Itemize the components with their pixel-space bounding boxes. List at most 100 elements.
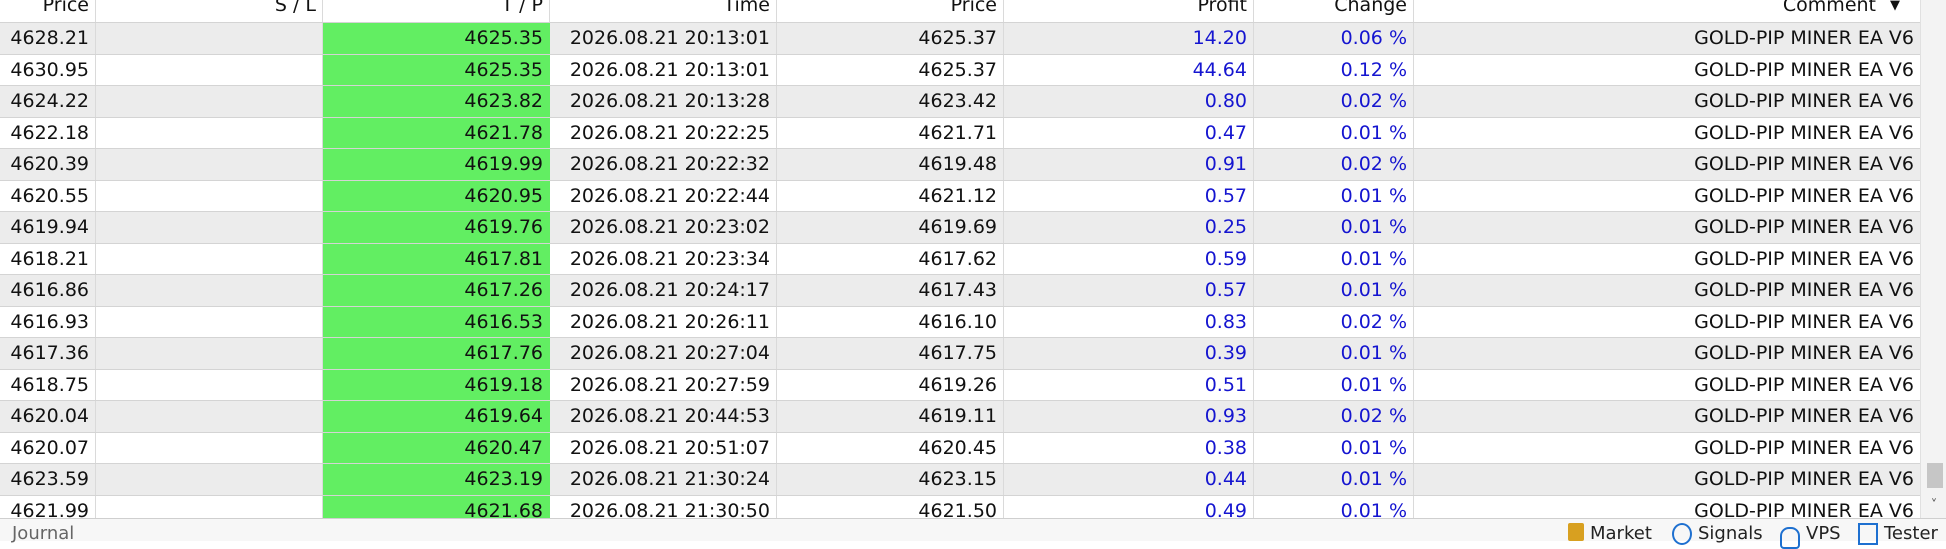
cell-tp: 4619.64 bbox=[323, 401, 550, 432]
table-row[interactable]: 4618.21 4617.81 2026.08.21 20:23:34 4617.62… bbox=[0, 243, 1920, 275]
cell-change: 0.02 % bbox=[1254, 86, 1414, 117]
cell-price: 4622.18 bbox=[0, 117, 96, 148]
market-label: Market bbox=[1590, 523, 1652, 544]
sort-arrow-icon[interactable]: ▼ bbox=[1890, 0, 1900, 15]
cell-comment: GOLD-PIP MINER EA V6 bbox=[1694, 436, 1914, 459]
cell-tp: 4619.76 bbox=[323, 212, 550, 243]
cell-sl bbox=[96, 23, 323, 54]
column-header-comment[interactable]: Comment ▼ bbox=[1414, 0, 1920, 22]
scroll-down-arrow-icon[interactable]: ˅ bbox=[1921, 494, 1946, 518]
vps-cloud-icon bbox=[1780, 527, 1800, 549]
cell-profit: 44.64 bbox=[1004, 54, 1254, 85]
cell-change: 0.01 % bbox=[1254, 275, 1414, 306]
cell-tp: 4621.68 bbox=[323, 495, 550, 518]
cell-comment: GOLD-PIP MINER EA V6 bbox=[1694, 342, 1914, 364]
tester-label: Tester bbox=[1884, 523, 1938, 544]
market-button[interactable]: Market bbox=[1568, 523, 1652, 544]
column-header-close-price[interactable]: Price bbox=[777, 0, 1004, 22]
cell-change: 0.01 % bbox=[1254, 243, 1414, 274]
cell-time: 2026.08.21 20:13:01 bbox=[550, 23, 777, 54]
table-row[interactable]: 4620.07 4620.47 2026.08.21 20:51:07 4620.45… bbox=[0, 432, 1920, 464]
vertical-scrollbar[interactable]: ˅ bbox=[1920, 0, 1946, 518]
signals-label: Signals bbox=[1698, 523, 1763, 544]
table-row[interactable]: 4616.93 4616.53 2026.08.21 20:26:11 4616.10… bbox=[0, 306, 1920, 338]
column-header-change[interactable]: Change bbox=[1254, 0, 1414, 22]
cell-comment: GOLD-PIP MINER EA V6 bbox=[1694, 279, 1914, 301]
cell-close-price: 4621.50 bbox=[777, 495, 1004, 518]
cell-tp: 4621.78 bbox=[323, 117, 550, 148]
cell-profit: 0.93 bbox=[1004, 401, 1254, 432]
scrollbar-thumb[interactable] bbox=[1927, 463, 1943, 488]
cell-sl bbox=[96, 306, 323, 337]
cell-price: 4621.99 bbox=[0, 495, 96, 518]
cell-sl bbox=[96, 464, 323, 495]
cell-change: 0.01 % bbox=[1254, 495, 1414, 518]
cell-close-price: 4623.15 bbox=[777, 464, 1004, 495]
cell-profit: 0.51 bbox=[1004, 369, 1254, 400]
trade-history-table: 4628.21 4625.35 2026.08.21 20:13:01 4625.37… bbox=[0, 23, 1920, 518]
cell-profit: 0.44 bbox=[1004, 464, 1254, 495]
table-row[interactable]: 4620.39 4619.99 2026.08.21 20:22:32 4619.48… bbox=[0, 149, 1920, 181]
table-row[interactable]: 4618.75 4619.18 2026.08.21 20:27:59 4619.26… bbox=[0, 369, 1920, 401]
cell-profit: 0.83 bbox=[1004, 306, 1254, 337]
cell-price: 4624.22 bbox=[0, 86, 96, 117]
cell-time: 2026.08.21 20:23:02 bbox=[550, 212, 777, 243]
column-header-profit[interactable]: Profit bbox=[1004, 0, 1254, 22]
column-header-sl[interactable]: S / L bbox=[96, 0, 323, 22]
cell-sl bbox=[96, 180, 323, 211]
cell-sl bbox=[96, 275, 323, 306]
table-row[interactable]: 4620.55 4620.95 2026.08.21 20:22:44 4621.12… bbox=[0, 180, 1920, 212]
cell-price: 4620.55 bbox=[0, 180, 96, 211]
table-row[interactable]: 4630.95 4625.35 2026.08.21 20:13:01 4625.37… bbox=[0, 54, 1920, 86]
cell-comment: GOLD-PIP MINER EA V6 bbox=[1694, 184, 1914, 207]
cell-time: 2026.08.21 20:13:28 bbox=[550, 86, 777, 117]
tab-journal[interactable]: Journal bbox=[12, 523, 74, 544]
table-row[interactable]: 4620.04 4619.64 2026.08.21 20:44:53 4619.11… bbox=[0, 401, 1920, 433]
cell-close-price: 4620.45 bbox=[777, 432, 1004, 463]
cell-comment: GOLD-PIP MINER EA V6 bbox=[1694, 468, 1914, 490]
cell-change: 0.01 % bbox=[1254, 117, 1414, 148]
table-row[interactable]: 4616.86 4617.26 2026.08.21 20:24:17 4617.43… bbox=[0, 275, 1920, 307]
table-header: Price S / L T / P Time Price Profit Chan… bbox=[0, 0, 1920, 23]
cell-sl bbox=[96, 54, 323, 85]
table-row[interactable]: 4621.99 4621.68 2026.08.21 21:30:50 4621.50… bbox=[0, 495, 1920, 519]
cell-sl bbox=[96, 338, 323, 369]
table-row[interactable]: 4628.21 4625.35 2026.08.21 20:13:01 4625.37… bbox=[0, 23, 1920, 55]
table-row[interactable]: 4617.36 4617.76 2026.08.21 20:27:04 4617.75… bbox=[0, 338, 1920, 370]
cell-change: 0.01 % bbox=[1254, 180, 1414, 211]
cell-price: 4628.21 bbox=[0, 23, 96, 54]
vps-button[interactable]: VPS bbox=[1780, 523, 1841, 549]
cell-close-price: 4619.48 bbox=[777, 149, 1004, 180]
signals-button[interactable]: Signals bbox=[1672, 523, 1763, 545]
cell-time: 2026.08.21 20:23:34 bbox=[550, 243, 777, 274]
bottom-toolbar: Journal Market Signals VPS Tester bbox=[0, 518, 1946, 549]
tester-button[interactable]: Tester bbox=[1858, 523, 1938, 545]
cell-sl bbox=[96, 432, 323, 463]
cell-sl bbox=[96, 86, 323, 117]
cell-tp: 4625.35 bbox=[323, 54, 550, 85]
cell-change: 0.02 % bbox=[1254, 149, 1414, 180]
cell-sl bbox=[96, 117, 323, 148]
table-row[interactable]: 4623.59 4623.19 2026.08.21 21:30:24 4623.15… bbox=[0, 464, 1920, 496]
table-row[interactable]: 4622.18 4621.78 2026.08.21 20:22:25 4621.71… bbox=[0, 117, 1920, 149]
cell-close-price: 4621.71 bbox=[777, 117, 1004, 148]
cell-sl bbox=[96, 212, 323, 243]
cell-tp: 4617.81 bbox=[323, 243, 550, 274]
cell-comment: GOLD-PIP MINER EA V6 bbox=[1694, 499, 1914, 519]
cell-sl bbox=[96, 243, 323, 274]
column-header-tp[interactable]: T / P bbox=[323, 0, 550, 22]
column-header-price[interactable]: Price bbox=[0, 0, 96, 22]
cell-time: 2026.08.21 20:24:17 bbox=[550, 275, 777, 306]
cell-comment: GOLD-PIP MINER EA V6 bbox=[1694, 90, 1914, 112]
table-row[interactable]: 4624.22 4623.82 2026.08.21 20:13:28 4623.42… bbox=[0, 86, 1920, 118]
table-row[interactable]: 4619.94 4619.76 2026.08.21 20:23:02 4619.69… bbox=[0, 212, 1920, 244]
cell-price: 4630.95 bbox=[0, 54, 96, 85]
cell-price: 4617.36 bbox=[0, 338, 96, 369]
cell-price: 4618.21 bbox=[0, 243, 96, 274]
cell-price: 4620.07 bbox=[0, 432, 96, 463]
cell-time: 2026.08.21 20:22:32 bbox=[550, 149, 777, 180]
cell-tp: 4616.53 bbox=[323, 306, 550, 337]
market-bag-icon bbox=[1568, 523, 1584, 541]
cell-price: 4619.94 bbox=[0, 212, 96, 243]
column-header-time[interactable]: Time bbox=[550, 0, 777, 22]
